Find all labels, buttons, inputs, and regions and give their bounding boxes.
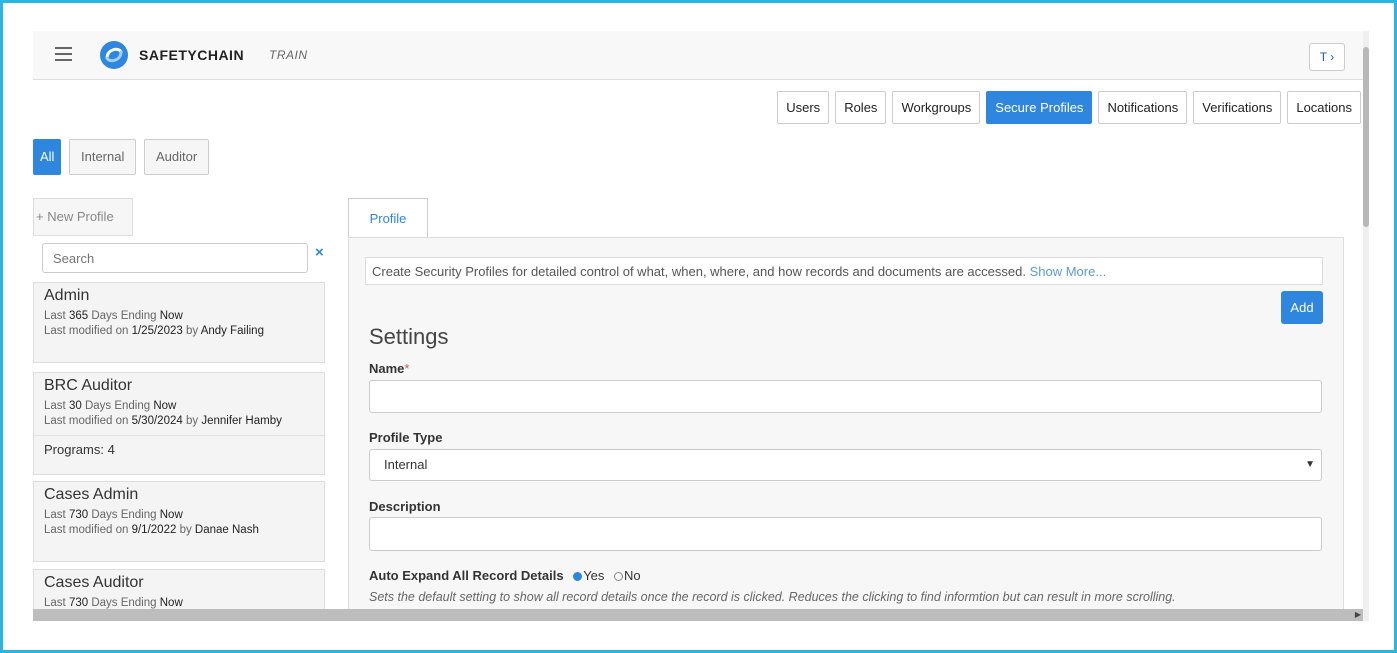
tab-roles[interactable]: Roles	[835, 91, 887, 124]
radio-yes-label[interactable]: Yes	[583, 568, 604, 583]
tab-profile[interactable]: Profile	[348, 198, 428, 239]
auto-expand-hint: Sets the default setting to show all rec…	[369, 590, 1176, 604]
description-label: Description	[369, 499, 441, 514]
clear-search-icon[interactable]: ×	[315, 244, 324, 261]
radio-yes[interactable]	[573, 572, 583, 582]
hamburger-menu-icon[interactable]	[55, 47, 72, 61]
profile-item-cases-admin[interactable]: Cases Admin Last 730 Days Ending Now Las…	[33, 481, 325, 562]
radio-no-label[interactable]: No	[624, 568, 641, 583]
brand-name: SAFETYCHAIN	[139, 47, 245, 63]
profile-modified: Last modified on 5/30/2024 by Jennifer H…	[44, 415, 282, 427]
add-button[interactable]: Add	[1281, 291, 1323, 324]
app-window: SAFETYCHAIN TRAIN T › Users Roles Workgr…	[33, 31, 1369, 621]
show-more-link[interactable]: Show More...	[1030, 264, 1107, 279]
profile-type-value: Internal	[384, 457, 428, 472]
tab-users[interactable]: Users	[777, 91, 830, 124]
profile-modified: Last modified on 9/1/2022 by Danae Nash	[44, 524, 259, 536]
environment-label: TRAIN	[269, 48, 308, 62]
radio-no[interactable]	[614, 572, 624, 582]
profile-name: BRC Auditor	[44, 377, 133, 394]
name-label: Name*	[369, 361, 410, 376]
chevron-down-icon: ▼	[1305, 459, 1315, 470]
profile-item-brc-auditor[interactable]: BRC Auditor Last 30 Days Ending Now Last…	[33, 372, 325, 475]
tab-workgroups[interactable]: Workgroups	[892, 91, 981, 124]
safetychain-logo-icon	[100, 41, 128, 69]
horizontal-scrollbar[interactable]: ▶	[33, 609, 1363, 621]
tab-verifications[interactable]: Verifications	[1193, 91, 1282, 124]
filter-internal-button[interactable]: Internal	[69, 139, 137, 175]
screenshot-frame: SAFETYCHAIN TRAIN T › Users Roles Workgr…	[0, 0, 1397, 653]
profile-name: Cases Admin	[44, 486, 139, 503]
scroll-thumb[interactable]	[1363, 47, 1369, 227]
auto-expand-label: Auto Expand All Record Details	[369, 568, 564, 583]
admin-tabs: Users Roles Workgroups Secure Profiles N…	[777, 91, 1361, 124]
profile-type-label: Profile Type	[369, 430, 443, 445]
new-profile-button[interactable]: + New Profile	[33, 198, 133, 236]
profile-item-admin[interactable]: Admin Last 365 Days Ending Now Last modi…	[33, 282, 325, 363]
tab-locations[interactable]: Locations	[1287, 91, 1361, 124]
tab-notifications[interactable]: Notifications	[1098, 91, 1188, 124]
tab-secure-profiles[interactable]: Secure Profiles	[986, 91, 1093, 124]
filter-all-button[interactable]: All	[33, 139, 62, 175]
profile-range: Last 730 Days Ending Now	[44, 597, 183, 609]
vertical-scrollbar[interactable]	[1363, 31, 1369, 621]
search-input[interactable]	[42, 243, 308, 273]
profile-name: Cases Auditor	[44, 574, 144, 591]
description-textarea[interactable]	[369, 517, 1322, 551]
profile-programs: Programs: 4	[34, 435, 324, 463]
auto-expand-row: Auto Expand All Record Details Yes No	[369, 568, 641, 583]
scroll-right-icon[interactable]: ▶	[1355, 609, 1361, 621]
profile-type-select[interactable]: Internal ▼	[369, 449, 1322, 481]
profile-form: Create Security Profiles for detailed co…	[348, 237, 1344, 621]
intro-text: Create Security Profiles for detailed co…	[365, 257, 1323, 285]
top-bar: SAFETYCHAIN TRAIN T ›	[33, 31, 1363, 80]
profile-name: Admin	[44, 287, 90, 304]
profile-modified: Last modified on 1/25/2023 by Andy Faili…	[44, 325, 264, 337]
filter-auditor-button[interactable]: Auditor	[144, 139, 210, 175]
profile-range: Last 730 Days Ending Now	[44, 509, 183, 521]
name-input[interactable]	[369, 380, 1322, 413]
filter-button[interactable]: T ›	[1309, 43, 1345, 71]
settings-heading: Settings	[369, 324, 449, 349]
profile-range: Last 30 Days Ending Now	[44, 400, 177, 412]
profile-range: Last 365 Days Ending Now	[44, 310, 183, 322]
